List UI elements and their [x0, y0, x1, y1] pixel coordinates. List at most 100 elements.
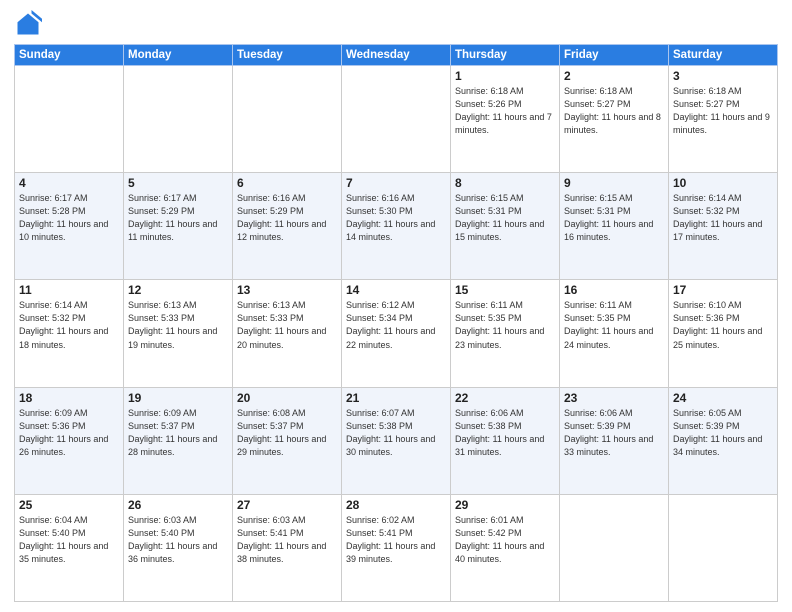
calendar-cell [124, 66, 233, 173]
day-info: Sunrise: 6:18 AM Sunset: 5:27 PM Dayligh… [564, 85, 664, 137]
weekday-header-wednesday: Wednesday [342, 45, 451, 66]
day-info: Sunrise: 6:10 AM Sunset: 5:36 PM Dayligh… [673, 299, 773, 351]
day-info: Sunrise: 6:02 AM Sunset: 5:41 PM Dayligh… [346, 514, 446, 566]
day-info: Sunrise: 6:16 AM Sunset: 5:29 PM Dayligh… [237, 192, 337, 244]
calendar-cell: 17 Sunrise: 6:10 AM Sunset: 5:36 PM Dayli… [669, 280, 778, 387]
calendar-table: SundayMondayTuesdayWednesdayThursdayFrid… [14, 44, 778, 602]
day-number: 11 [19, 283, 119, 297]
calendar-cell: 16 Sunrise: 6:11 AM Sunset: 5:35 PM Dayli… [560, 280, 669, 387]
day-info: Sunrise: 6:13 AM Sunset: 5:33 PM Dayligh… [237, 299, 337, 351]
day-number: 15 [455, 283, 555, 297]
calendar-cell: 10 Sunrise: 6:14 AM Sunset: 5:32 PM Dayli… [669, 173, 778, 280]
day-number: 8 [455, 176, 555, 190]
day-info: Sunrise: 6:14 AM Sunset: 5:32 PM Dayligh… [673, 192, 773, 244]
day-info: Sunrise: 6:09 AM Sunset: 5:36 PM Dayligh… [19, 407, 119, 459]
calendar-cell: 1Sunrise: 6:18 AM Sunset: 5:26 PM Daylig… [451, 66, 560, 173]
day-number: 23 [564, 391, 664, 405]
calendar-cell: 4 Sunrise: 6:17 AM Sunset: 5:28 PM Daylig… [15, 173, 124, 280]
day-number: 2 [564, 69, 664, 83]
day-info: Sunrise: 6:09 AM Sunset: 5:37 PM Dayligh… [128, 407, 228, 459]
calendar-cell: 25 Sunrise: 6:04 AM Sunset: 5:40 PM Dayli… [15, 494, 124, 601]
calendar-cell [669, 494, 778, 601]
page: SundayMondayTuesdayWednesdayThursdayFrid… [0, 0, 792, 612]
day-number: 10 [673, 176, 773, 190]
day-number: 20 [237, 391, 337, 405]
day-info: Sunrise: 6:17 AM Sunset: 5:28 PM Dayligh… [19, 192, 119, 244]
weekday-header-row: SundayMondayTuesdayWednesdayThursdayFrid… [15, 45, 778, 66]
day-number: 17 [673, 283, 773, 297]
day-info: Sunrise: 6:06 AM Sunset: 5:39 PM Dayligh… [564, 407, 664, 459]
day-info: Sunrise: 6:15 AM Sunset: 5:31 PM Dayligh… [564, 192, 664, 244]
calendar-week-2: 4 Sunrise: 6:17 AM Sunset: 5:28 PM Daylig… [15, 173, 778, 280]
calendar-cell: 21 Sunrise: 6:07 AM Sunset: 5:38 PM Dayli… [342, 387, 451, 494]
weekday-header-sunday: Sunday [15, 45, 124, 66]
day-number: 19 [128, 391, 228, 405]
calendar-cell: 8 Sunrise: 6:15 AM Sunset: 5:31 PM Daylig… [451, 173, 560, 280]
calendar-cell: 14 Sunrise: 6:12 AM Sunset: 5:34 PM Dayli… [342, 280, 451, 387]
day-info: Sunrise: 6:16 AM Sunset: 5:30 PM Dayligh… [346, 192, 446, 244]
calendar-cell: 29 Sunrise: 6:01 AM Sunset: 5:42 PM Dayli… [451, 494, 560, 601]
calendar-cell: 15 Sunrise: 6:11 AM Sunset: 5:35 PM Dayli… [451, 280, 560, 387]
day-info: Sunrise: 6:07 AM Sunset: 5:38 PM Dayligh… [346, 407, 446, 459]
weekday-header-tuesday: Tuesday [233, 45, 342, 66]
calendar-cell [15, 66, 124, 173]
day-number: 18 [19, 391, 119, 405]
day-info: Sunrise: 6:08 AM Sunset: 5:37 PM Dayligh… [237, 407, 337, 459]
day-number: 7 [346, 176, 446, 190]
day-number: 4 [19, 176, 119, 190]
day-info: Sunrise: 6:04 AM Sunset: 5:40 PM Dayligh… [19, 514, 119, 566]
day-info: Sunrise: 6:11 AM Sunset: 5:35 PM Dayligh… [564, 299, 664, 351]
day-number: 14 [346, 283, 446, 297]
day-number: 6 [237, 176, 337, 190]
day-info: Sunrise: 6:05 AM Sunset: 5:39 PM Dayligh… [673, 407, 773, 459]
day-info: Sunrise: 6:11 AM Sunset: 5:35 PM Dayligh… [455, 299, 555, 351]
calendar-cell: 23 Sunrise: 6:06 AM Sunset: 5:39 PM Dayli… [560, 387, 669, 494]
day-number: 13 [237, 283, 337, 297]
calendar-cell [342, 66, 451, 173]
day-number: 27 [237, 498, 337, 512]
calendar-week-4: 18 Sunrise: 6:09 AM Sunset: 5:36 PM Dayli… [15, 387, 778, 494]
weekday-header-saturday: Saturday [669, 45, 778, 66]
day-number: 28 [346, 498, 446, 512]
day-number: 29 [455, 498, 555, 512]
day-info: Sunrise: 6:17 AM Sunset: 5:29 PM Dayligh… [128, 192, 228, 244]
day-info: Sunrise: 6:18 AM Sunset: 5:27 PM Dayligh… [673, 85, 773, 137]
calendar-week-5: 25 Sunrise: 6:04 AM Sunset: 5:40 PM Dayli… [15, 494, 778, 601]
weekday-header-friday: Friday [560, 45, 669, 66]
calendar-cell: 19 Sunrise: 6:09 AM Sunset: 5:37 PM Dayli… [124, 387, 233, 494]
calendar-cell: 5Sunrise: 6:17 AM Sunset: 5:29 PM Daylig… [124, 173, 233, 280]
calendar-cell: 13 Sunrise: 6:13 AM Sunset: 5:33 PM Dayli… [233, 280, 342, 387]
calendar-cell: 12Sunrise: 6:13 AM Sunset: 5:33 PM Dayli… [124, 280, 233, 387]
calendar-cell: 24Sunrise: 6:05 AM Sunset: 5:39 PM Dayli… [669, 387, 778, 494]
day-info: Sunrise: 6:03 AM Sunset: 5:41 PM Dayligh… [237, 514, 337, 566]
calendar-cell: 18 Sunrise: 6:09 AM Sunset: 5:36 PM Dayli… [15, 387, 124, 494]
calendar-week-1: 1Sunrise: 6:18 AM Sunset: 5:26 PM Daylig… [15, 66, 778, 173]
calendar-cell: 28 Sunrise: 6:02 AM Sunset: 5:41 PM Dayli… [342, 494, 451, 601]
logo [14, 10, 46, 38]
calendar-cell [560, 494, 669, 601]
day-info: Sunrise: 6:14 AM Sunset: 5:32 PM Dayligh… [19, 299, 119, 351]
calendar-cell: 26Sunrise: 6:03 AM Sunset: 5:40 PM Dayli… [124, 494, 233, 601]
day-info: Sunrise: 6:15 AM Sunset: 5:31 PM Dayligh… [455, 192, 555, 244]
day-info: Sunrise: 6:12 AM Sunset: 5:34 PM Dayligh… [346, 299, 446, 351]
day-number: 16 [564, 283, 664, 297]
logo-icon [14, 10, 42, 38]
day-number: 3 [673, 69, 773, 83]
day-number: 26 [128, 498, 228, 512]
calendar-cell: 20 Sunrise: 6:08 AM Sunset: 5:37 PM Dayli… [233, 387, 342, 494]
calendar-cell: 6 Sunrise: 6:16 AM Sunset: 5:29 PM Daylig… [233, 173, 342, 280]
calendar-cell: 9 Sunrise: 6:15 AM Sunset: 5:31 PM Daylig… [560, 173, 669, 280]
day-info: Sunrise: 6:01 AM Sunset: 5:42 PM Dayligh… [455, 514, 555, 566]
day-number: 25 [19, 498, 119, 512]
day-number: 21 [346, 391, 446, 405]
calendar-week-3: 11 Sunrise: 6:14 AM Sunset: 5:32 PM Dayli… [15, 280, 778, 387]
calendar-cell: 7 Sunrise: 6:16 AM Sunset: 5:30 PM Daylig… [342, 173, 451, 280]
weekday-header-thursday: Thursday [451, 45, 560, 66]
calendar-cell [233, 66, 342, 173]
day-number: 22 [455, 391, 555, 405]
header [14, 10, 778, 38]
day-number: 1 [455, 69, 555, 83]
weekday-header-monday: Monday [124, 45, 233, 66]
day-number: 12 [128, 283, 228, 297]
day-number: 9 [564, 176, 664, 190]
